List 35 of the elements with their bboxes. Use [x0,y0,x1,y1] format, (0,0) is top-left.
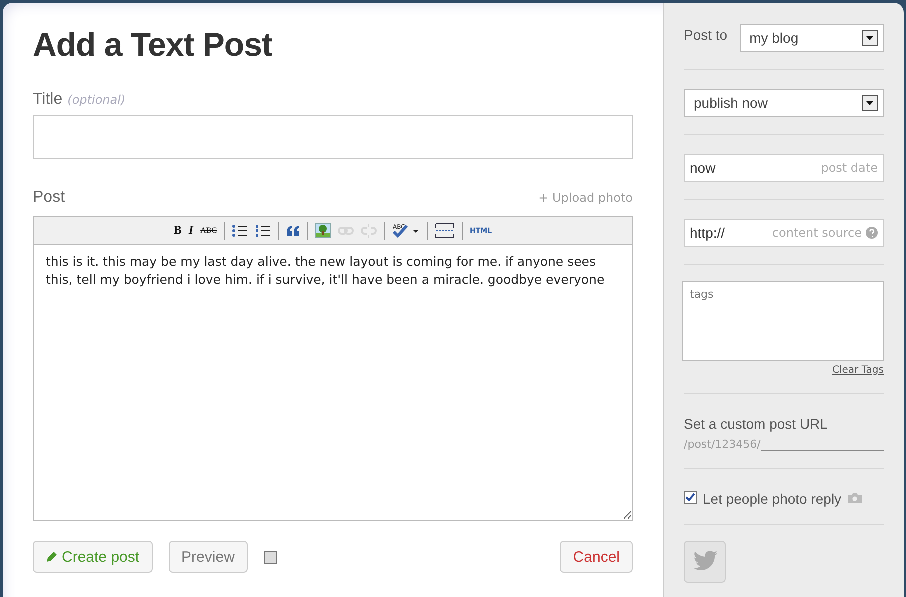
cancel-button[interactable]: Cancel [560,541,633,573]
help-icon [866,227,878,239]
checkbox-label: Let people photo reply [703,490,842,507]
page-heading: Add a Text Post [33,26,274,64]
list-icon [232,224,248,238]
url-prefix: /post/123456/ [684,438,761,451]
title-input[interactable] [33,115,633,159]
blog-dropdown[interactable]: my blog [740,24,884,52]
quote-icon [286,224,300,236]
pencil-icon [46,551,58,563]
content-source-field[interactable]: http:// content source [684,219,884,247]
chain-link-icon [338,226,354,236]
preview-button[interactable]: Preview [168,541,248,573]
checkbox[interactable] [264,551,277,564]
pagebreak-button[interactable] [433,220,458,240]
custom-url-label: Set a custom post URL [684,415,829,432]
numbered-list-icon [255,224,272,238]
bold-button[interactable]: B [172,220,184,240]
publish-dropdown[interactable]: publish now [684,89,884,117]
post-date-field[interactable]: now post date [684,154,884,182]
field-label: Post to [684,26,728,43]
picture-icon [315,223,332,238]
camera-icon [848,492,862,503]
optional-hint: (optional) [68,93,126,107]
clear-tags-link[interactable]: Clear Tags [832,365,884,376]
strikethrough-button[interactable]: ABC [198,220,220,240]
field-label: Post [33,189,66,207]
post-body-input[interactable]: this is it. this may be my last day alive. the new layout is coming for me. if anyone sees this, tell my boyfriend i love him. if i survive, it'll have been a miracle. goodbye everyone [33,245,633,521]
italic-button[interactable]: I [186,220,196,240]
page-break-icon [435,222,456,238]
checkbox[interactable] [684,491,697,504]
broken-link-icon [361,224,378,238]
image-button[interactable] [313,220,334,240]
field-label: Title [33,91,63,109]
tags-input[interactable]: tags [682,281,884,361]
